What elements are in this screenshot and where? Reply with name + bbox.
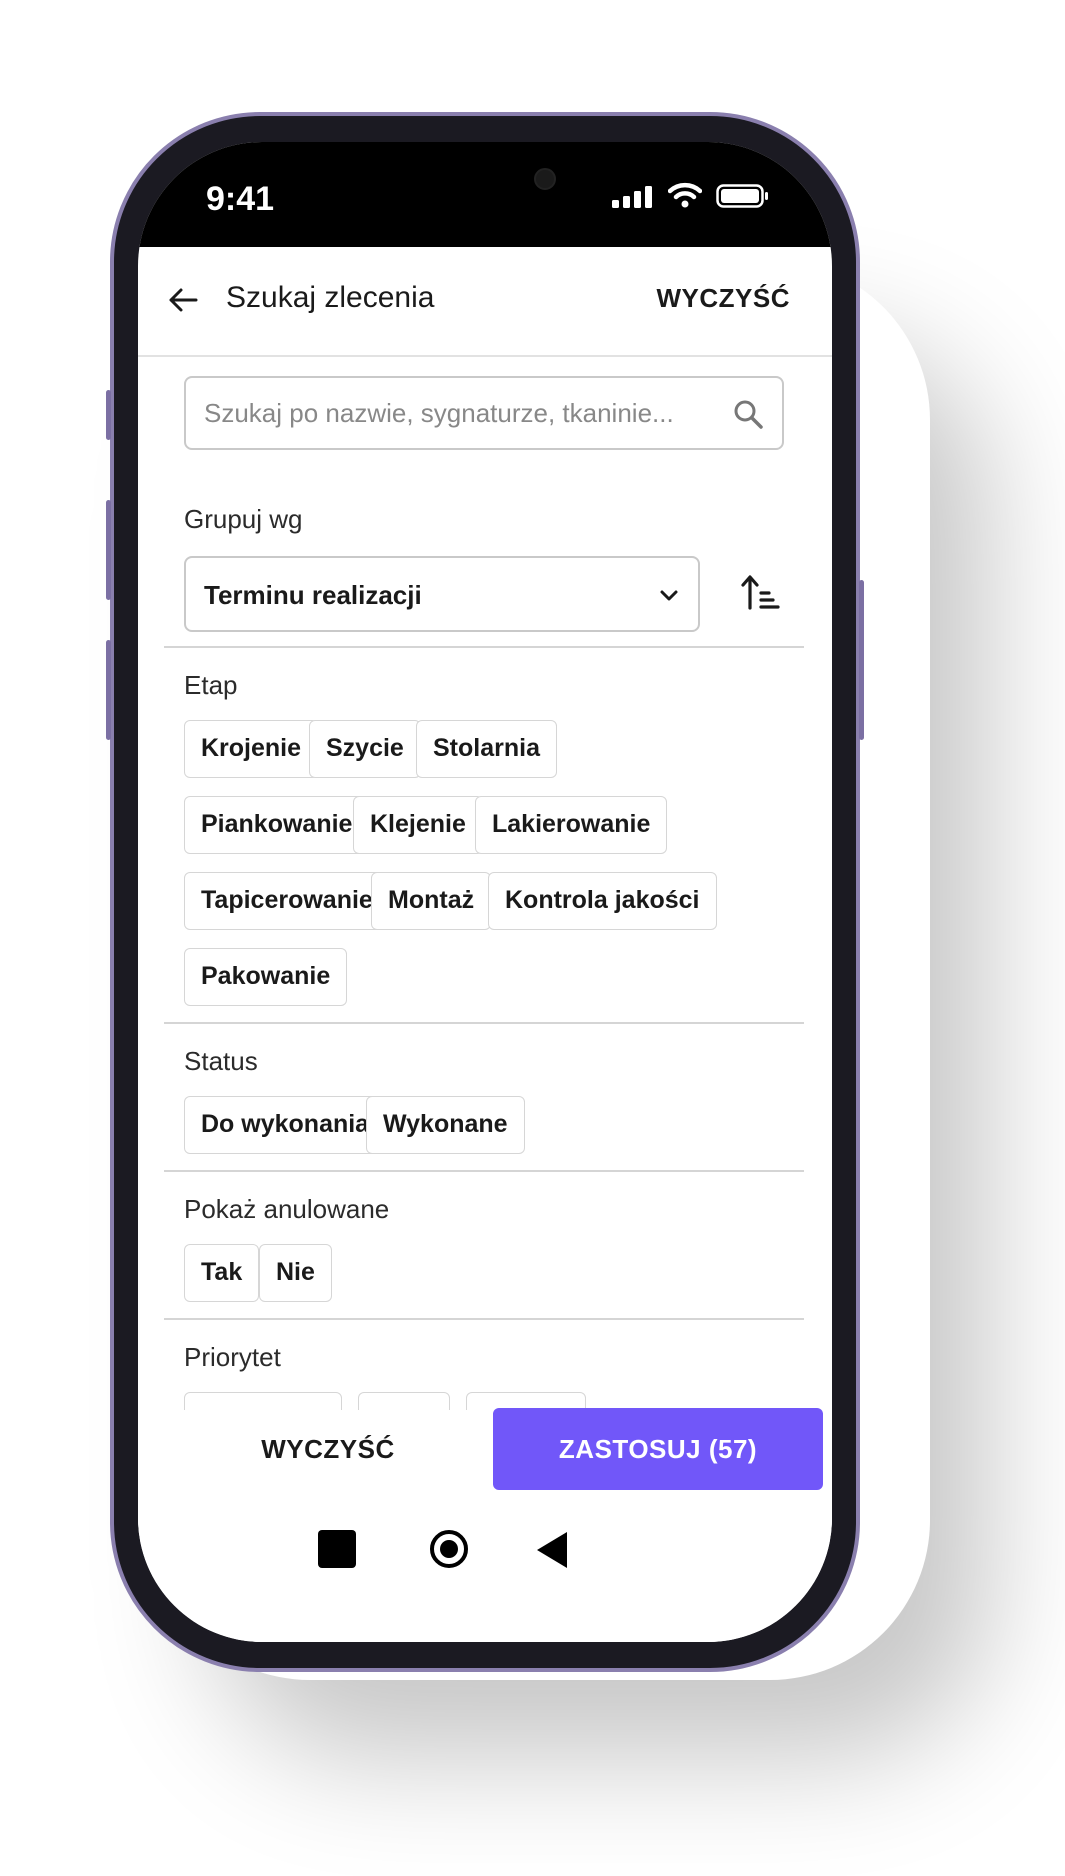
chip-do-wykonania[interactable]: Do wykonania: [184, 1096, 387, 1154]
etap-label: Etap: [184, 670, 238, 700]
chip-krojenie[interactable]: Krojenie: [184, 720, 319, 778]
chip-piankowanie[interactable]: Piankowanie: [184, 796, 370, 854]
divider: [164, 1022, 804, 1024]
divider: [164, 1170, 804, 1172]
nav-home-icon[interactable]: [428, 1528, 470, 1570]
group-by-select[interactable]: Terminu realizacji: [184, 556, 700, 632]
chip-kontrola-jakosci[interactable]: Kontrola jakości: [488, 872, 717, 930]
nav-recents-icon[interactable]: [318, 1530, 356, 1568]
group-by-label: Grupuj wg: [184, 504, 303, 534]
camera-icon: [534, 168, 556, 190]
signal-icon: [612, 186, 652, 208]
cancelled-label: Pokaż anulowane: [184, 1194, 390, 1224]
clear-top-button[interactable]: WYCZYŚĆ: [657, 283, 791, 314]
bottom-action-bar: WYCZYŚĆ ZASTOSUJ (57): [138, 1408, 832, 1642]
priority-label: Priorytet: [184, 1342, 281, 1372]
chip-montaz[interactable]: Montaż: [371, 872, 492, 930]
app-bar: Szukaj zlecenia WYCZYŚĆ: [138, 247, 832, 357]
chevron-down-icon: [660, 590, 678, 601]
apply-button[interactable]: ZASTOSUJ (57): [493, 1408, 823, 1490]
chip-stolarnia[interactable]: Stolarnia: [416, 720, 557, 778]
battery-icon: [716, 184, 768, 208]
search-input[interactable]: [184, 376, 784, 450]
back-arrow-icon[interactable]: [166, 283, 200, 317]
status-bar: 9:41: [138, 142, 832, 247]
wifi-icon: [668, 182, 702, 208]
chip-nie[interactable]: Nie: [259, 1244, 332, 1302]
chip-tapicerowanie[interactable]: Tapicerowanie: [184, 872, 390, 930]
clear-button[interactable]: WYCZYŚĆ: [198, 1434, 458, 1465]
side-button: [859, 580, 864, 740]
chip-szycie[interactable]: Szycie: [309, 720, 421, 778]
nav-back-icon[interactable]: [535, 1530, 569, 1570]
status-label: Status: [184, 1046, 258, 1076]
divider: [164, 646, 804, 648]
chip-wykonane[interactable]: Wykonane: [366, 1096, 525, 1154]
chip-klejenie[interactable]: Klejenie: [353, 796, 483, 854]
sort-ascending-icon[interactable]: [740, 572, 780, 612]
status-time: 9:41: [206, 180, 275, 218]
side-button: [106, 500, 111, 600]
chip-pakowanie[interactable]: Pakowanie: [184, 948, 348, 1006]
divider: [164, 1318, 804, 1320]
search-icon[interactable]: [732, 398, 764, 430]
chip-lakierowanie[interactable]: Lakierowanie: [475, 796, 668, 854]
side-button: [106, 390, 111, 440]
group-by-value: Terminu realizacji: [204, 580, 422, 610]
chip-tak[interactable]: Tak: [184, 1244, 260, 1302]
page-title: Szukaj zlecenia: [226, 281, 435, 314]
side-button: [106, 640, 111, 740]
phone-screen: 9:41 Szukaj zlecenia WYCZYŚĆ Grupuj w: [138, 142, 832, 1642]
